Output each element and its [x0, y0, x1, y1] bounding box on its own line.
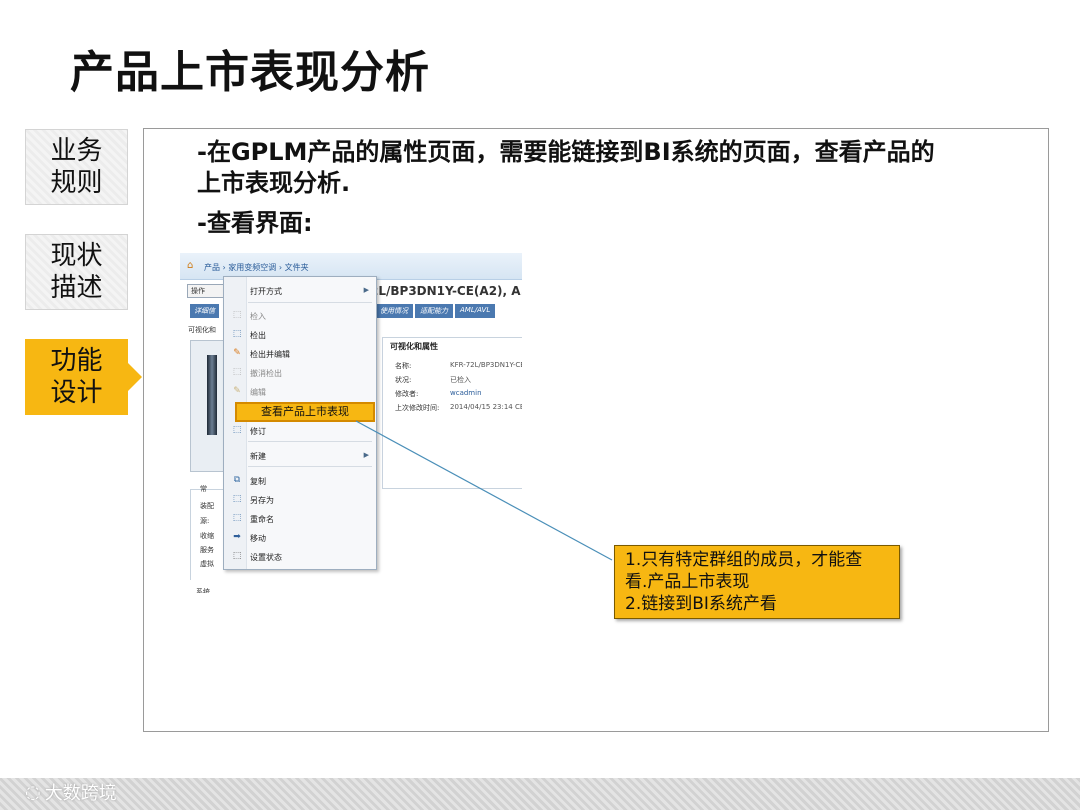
attr-label: 装配	[200, 502, 214, 510]
logo-icon: ◌	[25, 781, 41, 803]
menu-item-check-out[interactable]: 检出	[250, 330, 266, 341]
check-out-icon: ⬚	[232, 329, 242, 339]
callout-line3: 2.链接到BI系统产看	[625, 594, 777, 614]
system-section-label: 系统	[196, 588, 210, 593]
visualization-caption: 可视化和	[188, 326, 216, 334]
annotation-callout: 1.只有特定群组的成员，才能查 看.产品上市表现 2.链接到BI系统产看	[614, 545, 900, 619]
footer-logo: ◌ 大数跨境	[25, 778, 117, 806]
tab-function-design[interactable]: 功能 设计	[25, 339, 142, 415]
attr-label: 服务	[200, 546, 214, 554]
rename-icon: ⬚	[232, 513, 242, 523]
tab-label-line1: 功能	[50, 346, 103, 376]
prop-value: 2014/04/15 23:14 CEST	[450, 403, 522, 411]
context-menu: 打开方式 ▶ ⬚ 检入 ⬚ 检出 ✎ 检出并编辑 ⬚ 撤消检出 ✎ 编辑 ⬚ 修…	[223, 276, 377, 570]
tab-label-line1: 业务	[50, 136, 103, 166]
submenu-arrow-icon: ▶	[363, 451, 369, 459]
tab-business-rules[interactable]: 业务 规则	[25, 129, 128, 205]
footer-band	[0, 778, 1080, 810]
properties-panel	[382, 337, 522, 489]
menu-item-check-in[interactable]: 检入	[250, 311, 266, 322]
menu-item-rename[interactable]: 重命名	[250, 514, 274, 525]
prop-label: 名称:	[395, 362, 412, 370]
prop-label: 上次修改时间:	[395, 404, 440, 412]
description-line2: 上市表现分析.	[197, 169, 351, 197]
revise-icon: ⬚	[232, 425, 242, 435]
actions-button[interactable]: 操作	[187, 284, 226, 298]
tab-usage[interactable]: 使用情况	[375, 304, 413, 318]
prop-label: 状况:	[395, 376, 412, 384]
check-in-icon: ⬚	[232, 310, 242, 320]
logo-text: 大数跨境	[44, 783, 117, 804]
menu-separator	[248, 302, 372, 303]
menu-item-check-out-edit[interactable]: 检出并编辑	[250, 349, 290, 360]
object-title: 2L/BP3DN1Y-CE(A2), A.2 (Desig	[370, 284, 522, 298]
undo-icon: ⬚	[232, 367, 242, 377]
prop-value[interactable]: wcadmin	[450, 389, 482, 397]
prop-value: KFR-72L/BP3DN1Y-CE(	[450, 361, 522, 369]
menu-item-open-with[interactable]: 打开方式	[250, 286, 282, 297]
set-state-icon: ⬚	[232, 551, 242, 561]
attr-label: 源:	[200, 517, 210, 525]
section-label: 常	[200, 485, 207, 493]
pencil-icon: ✎	[233, 348, 241, 358]
description-line1: -在GPLM产品的属性页面，需要能链接到BI系统的页面，查看产品的	[197, 138, 935, 166]
menu-item-set-state[interactable]: 设置状态	[250, 552, 282, 563]
tab-label-line2: 设计	[50, 378, 103, 408]
tab-label-line1: 现状	[50, 241, 103, 271]
menu-item-copy[interactable]: 复制	[250, 476, 266, 487]
menu-item-move[interactable]: 移动	[250, 533, 266, 544]
breadcrumb[interactable]: 产品 › 家用变频空调 › 文件夹	[204, 262, 309, 273]
page-title: 产品上市表现分析	[70, 47, 430, 98]
copy-icon: ⧉	[233, 475, 241, 485]
menu-item-undo-check-out[interactable]: 撤消检出	[250, 368, 282, 379]
view-heading: -查看界面:	[197, 209, 313, 237]
embedded-screenshot: ⌂ 产品 › 家用变频空调 › 文件夹 操作 2L/BP3DN1Y-CE(A2)…	[180, 253, 522, 593]
menu-separator	[248, 441, 372, 442]
menu-item-new[interactable]: 新建	[250, 451, 266, 462]
object-tabs: 使用情况 适配能力 AML/AVL	[375, 304, 496, 318]
save-as-icon: ⬚	[232, 494, 242, 504]
callout-line2: 看.产品上市表现	[625, 572, 750, 592]
home-icon[interactable]: ⌂	[187, 260, 193, 271]
tab-label-line2: 规则	[50, 168, 103, 198]
callout-line1: 1.只有特定群组的成员，才能查	[625, 550, 863, 570]
tab-details[interactable]: 详细信	[190, 304, 219, 318]
menu-item-view-market-performance[interactable]: 查看产品上市表现	[235, 402, 375, 422]
prop-label: 修改者:	[395, 390, 419, 398]
tab-label-line2: 描述	[50, 273, 103, 303]
tab-current-state[interactable]: 现状 描述	[25, 234, 128, 310]
properties-header: 可视化和属性	[390, 342, 438, 351]
menu-item-save-as[interactable]: 另存为	[250, 495, 274, 506]
attr-label: 虚拟	[200, 560, 214, 568]
menu-item-edit[interactable]: 编辑	[250, 387, 266, 398]
tab-aml-avl[interactable]: AML/AVL	[455, 304, 496, 318]
menu-item-revise[interactable]: 修订	[250, 426, 266, 437]
prop-value: 已检入	[450, 376, 471, 384]
tab-fit[interactable]: 适配能力	[415, 304, 453, 318]
edit-icon: ✎	[233, 386, 241, 396]
submenu-arrow-icon: ▶	[363, 286, 369, 294]
move-icon: ➡	[233, 532, 241, 542]
menu-gutter	[224, 277, 247, 569]
menu-separator	[248, 466, 372, 467]
attr-label: 收缩	[200, 532, 214, 540]
